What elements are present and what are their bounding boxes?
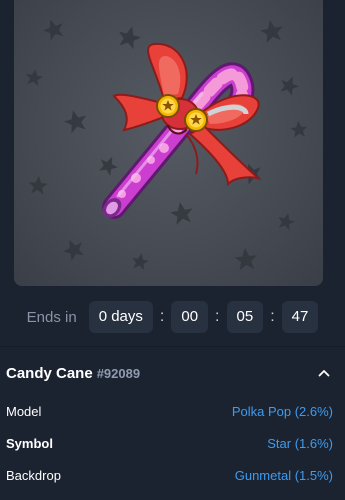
attribute-value-link[interactable]: Gunmetal (1.5%) <box>235 468 333 483</box>
coin-icon <box>156 94 180 118</box>
gift-preview <box>14 0 323 286</box>
coin-icon <box>184 108 208 132</box>
attribute-label: Model <box>6 403 42 419</box>
time-separator: : <box>215 308 220 325</box>
attribute-row-model: Model Polka Pop (2.6%) <box>6 401 333 421</box>
chevron-up-icon[interactable] <box>317 366 331 380</box>
section-divider <box>0 346 345 347</box>
days-chip: 0 days <box>88 301 153 333</box>
auction-countdown: Ends in 0 days : 00 : 05 : 47 <box>0 300 345 334</box>
gift-header[interactable]: Candy Cane #92089 <box>6 362 331 384</box>
attribute-label: Backdrop <box>6 467 61 483</box>
candy-cane-illustration <box>102 42 262 219</box>
attribute-value-link[interactable]: Star (1.6%) <box>267 436 333 451</box>
gift-title: Candy Cane #92089 <box>6 365 140 382</box>
attribute-row-symbol: Symbol Star (1.6%) <box>6 433 333 453</box>
attribute-row-backdrop: Backdrop Gunmetal (1.5%) <box>6 465 333 485</box>
hours-chip: 00 <box>171 301 209 333</box>
seconds-chip: 47 <box>281 301 319 333</box>
gift-number: #92089 <box>96 365 141 381</box>
minutes-chip: 05 <box>226 301 264 333</box>
gift-name: Candy Cane <box>6 364 93 382</box>
attribute-value-link[interactable]: Polka Pop (2.6%) <box>232 404 333 419</box>
time-separator: : <box>159 308 165 325</box>
ends-in-label: Ends in <box>26 308 77 326</box>
attribute-label: Symbol <box>6 435 53 451</box>
time-separator: : <box>270 308 275 325</box>
